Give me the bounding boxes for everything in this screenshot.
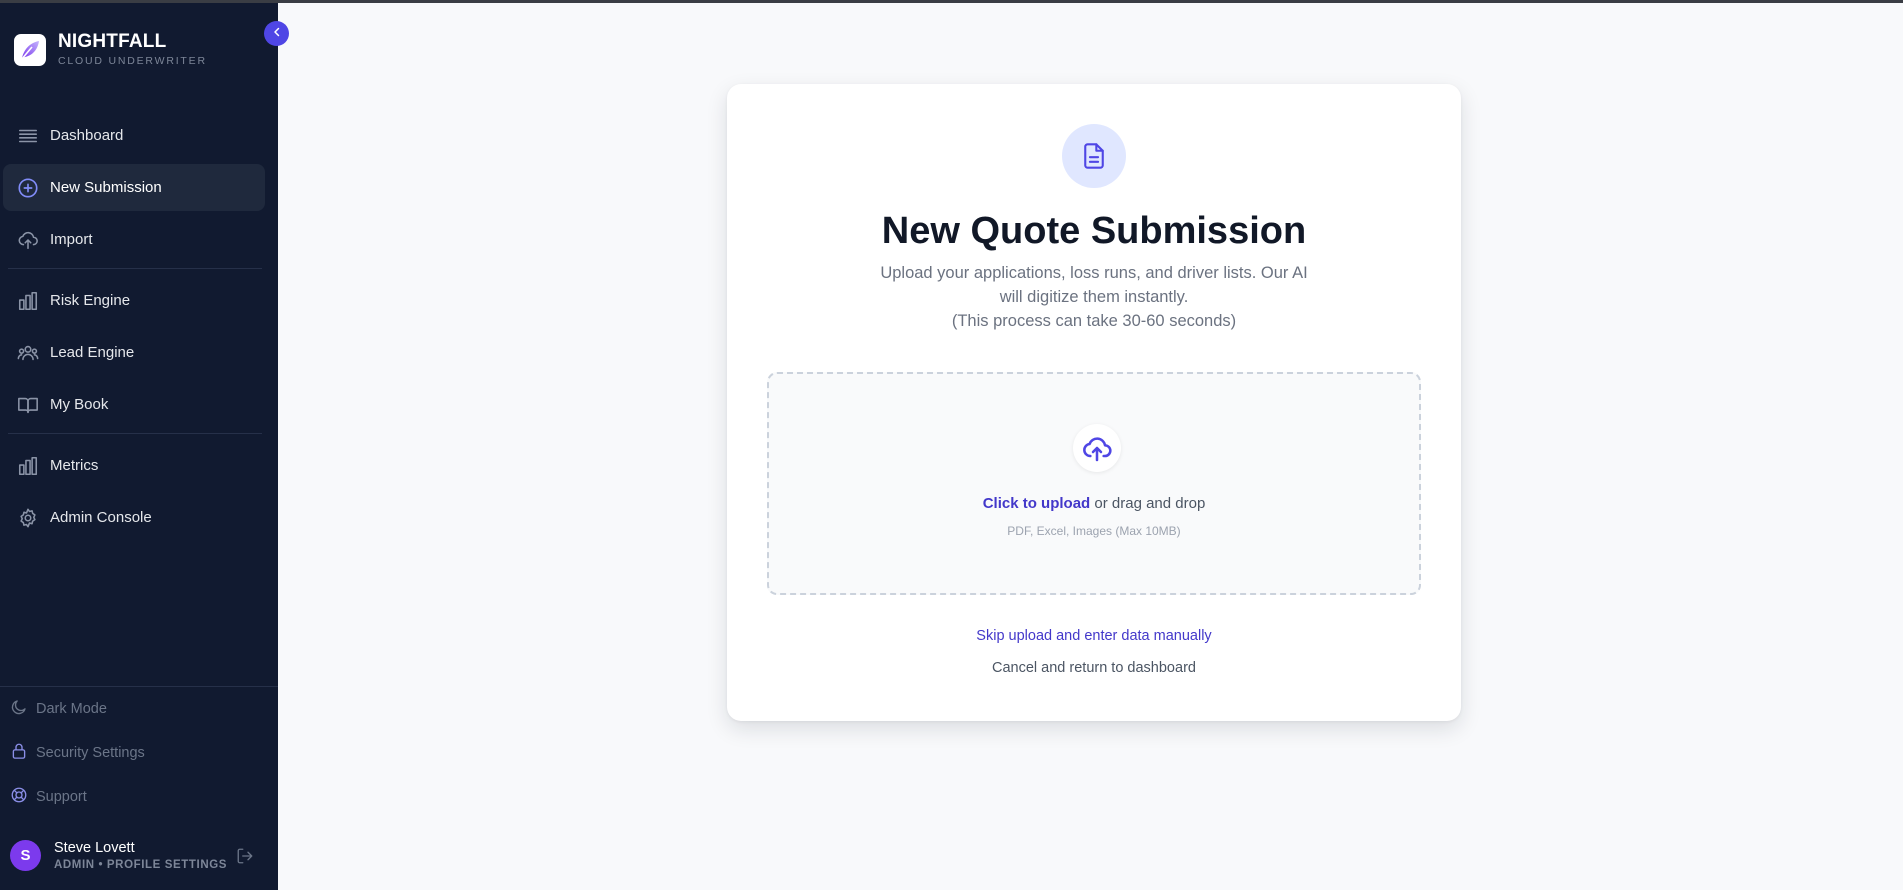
support-link[interactable]: Support xyxy=(0,775,278,819)
list-icon xyxy=(15,123,41,149)
click-to-upload-link[interactable]: Click to upload xyxy=(983,495,1091,512)
sidebar-item-import[interactable]: Import xyxy=(3,216,265,263)
user-name: Steve Lovett xyxy=(54,840,135,856)
bar-chart-icon xyxy=(15,288,41,314)
sidebar-item-label: My Book xyxy=(50,396,109,413)
sidebar: NIGHTFALL CLOUD UNDERWRITER Dashboard Ne… xyxy=(0,0,278,890)
subtitle-line: will digitize them instantly. xyxy=(999,288,1189,306)
upload-instructions: Click to upload or drag and drop xyxy=(769,495,1419,512)
top-border xyxy=(0,0,1903,3)
gear-icon xyxy=(15,505,41,531)
sidebar-item-risk-engine[interactable]: Risk Engine xyxy=(3,277,265,324)
user-profile[interactable]: S Steve Lovett ADMIN • PROFILE SETTINGS xyxy=(10,840,270,871)
chevron-left-icon xyxy=(271,25,283,43)
sidebar-item-label: Admin Console xyxy=(50,509,152,526)
nav-divider xyxy=(8,268,262,269)
page-title: New Quote Submission xyxy=(881,210,1307,252)
user-role: ADMIN • PROFILE SETTINGS xyxy=(54,859,228,871)
submission-card: New Quote Submission Upload your applica… xyxy=(727,84,1461,721)
users-icon xyxy=(15,340,41,366)
cloud-upload-icon xyxy=(1073,424,1121,472)
sidebar-item-lead-engine[interactable]: Lead Engine xyxy=(3,329,265,376)
nav-divider xyxy=(8,433,262,434)
security-settings-label: Security Settings xyxy=(36,745,145,761)
dark-mode-label: Dark Mode xyxy=(36,701,107,717)
sidebar-item-label: Import xyxy=(50,231,93,248)
subtitle-line: Upload your applications, loss runs, and… xyxy=(880,264,1308,282)
drag-drop-text: or drag and drop xyxy=(1090,495,1206,512)
sidebar-item-label: Lead Engine xyxy=(50,344,135,361)
book-icon xyxy=(15,392,41,418)
sidebar-nav: Dashboard New Submission Import Risk Eng… xyxy=(0,110,278,546)
sidebar-item-label: Risk Engine xyxy=(50,292,131,309)
support-label: Support xyxy=(36,789,87,805)
avatar: S xyxy=(10,840,41,871)
sidebar-item-dashboard[interactable]: Dashboard xyxy=(3,112,265,159)
upload-file-types: PDF, Excel, Images (Max 10MB) xyxy=(1007,524,1181,538)
security-settings-link[interactable]: Security Settings xyxy=(0,731,278,775)
file-dropzone[interactable]: Click to upload or drag and drop PDF, Ex… xyxy=(767,372,1421,595)
sidebar-item-my-book[interactable]: My Book xyxy=(3,381,265,428)
cancel-link[interactable]: Cancel and return to dashboard xyxy=(727,660,1461,676)
logout-icon[interactable] xyxy=(236,847,254,870)
sidebar-item-label: Dashboard xyxy=(50,127,124,144)
sidebar-item-admin-console[interactable]: Admin Console xyxy=(3,494,265,541)
sidebar-item-metrics[interactable]: Metrics xyxy=(3,442,265,489)
page-subtitle: Upload your applications, loss runs, and… xyxy=(877,261,1311,333)
lifebuoy-icon xyxy=(10,786,28,809)
bar-chart-icon xyxy=(15,453,41,479)
document-icon xyxy=(1062,124,1126,188)
skip-upload-link[interactable]: Skip upload and enter data manually xyxy=(727,628,1461,644)
brand-name: NIGHTFALL xyxy=(58,31,167,52)
dark-mode-toggle[interactable]: Dark Mode xyxy=(0,687,278,731)
cloud-upload-icon xyxy=(15,227,41,253)
feather-logo-icon xyxy=(14,33,46,66)
sidebar-item-label: Metrics xyxy=(50,457,99,474)
lock-icon xyxy=(10,742,28,765)
sidebar-item-label: New Submission xyxy=(50,179,162,196)
sidebar-footer: Dark Mode Security Settings Support xyxy=(0,686,278,819)
plus-circle-icon xyxy=(15,175,41,201)
moon-icon xyxy=(10,698,28,721)
brand[interactable]: NIGHTFALL CLOUD UNDERWRITER xyxy=(14,32,207,67)
brand-subtitle: CLOUD UNDERWRITER xyxy=(58,55,207,67)
subtitle-line: (This process can take 30-60 seconds) xyxy=(951,312,1237,330)
collapse-sidebar-button[interactable] xyxy=(264,21,289,46)
sidebar-item-new-submission[interactable]: New Submission xyxy=(3,164,265,211)
